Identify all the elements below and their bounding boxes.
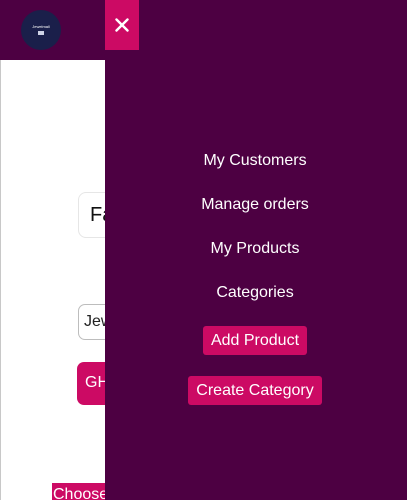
brand-logo[interactable]: Jewelmall [21, 10, 61, 50]
logo-text: Jewelmall [32, 24, 50, 29]
logo-mark [38, 31, 44, 35]
create-category-button[interactable]: Create Category [188, 376, 322, 405]
drawer-menu: My Customers Manage orders My Products C… [105, 0, 405, 500]
add-product-button[interactable]: Add Product [203, 326, 307, 355]
nav-link-manage-orders[interactable]: Manage orders [105, 196, 405, 214]
nav-link-my-products[interactable]: My Products [105, 240, 405, 258]
nav-link-my-customers[interactable]: My Customers [105, 152, 405, 170]
nav-link-categories[interactable]: Categories [105, 284, 405, 302]
page-border [0, 60, 1, 500]
navigation-drawer: My Customers Manage orders My Products C… [105, 0, 407, 500]
